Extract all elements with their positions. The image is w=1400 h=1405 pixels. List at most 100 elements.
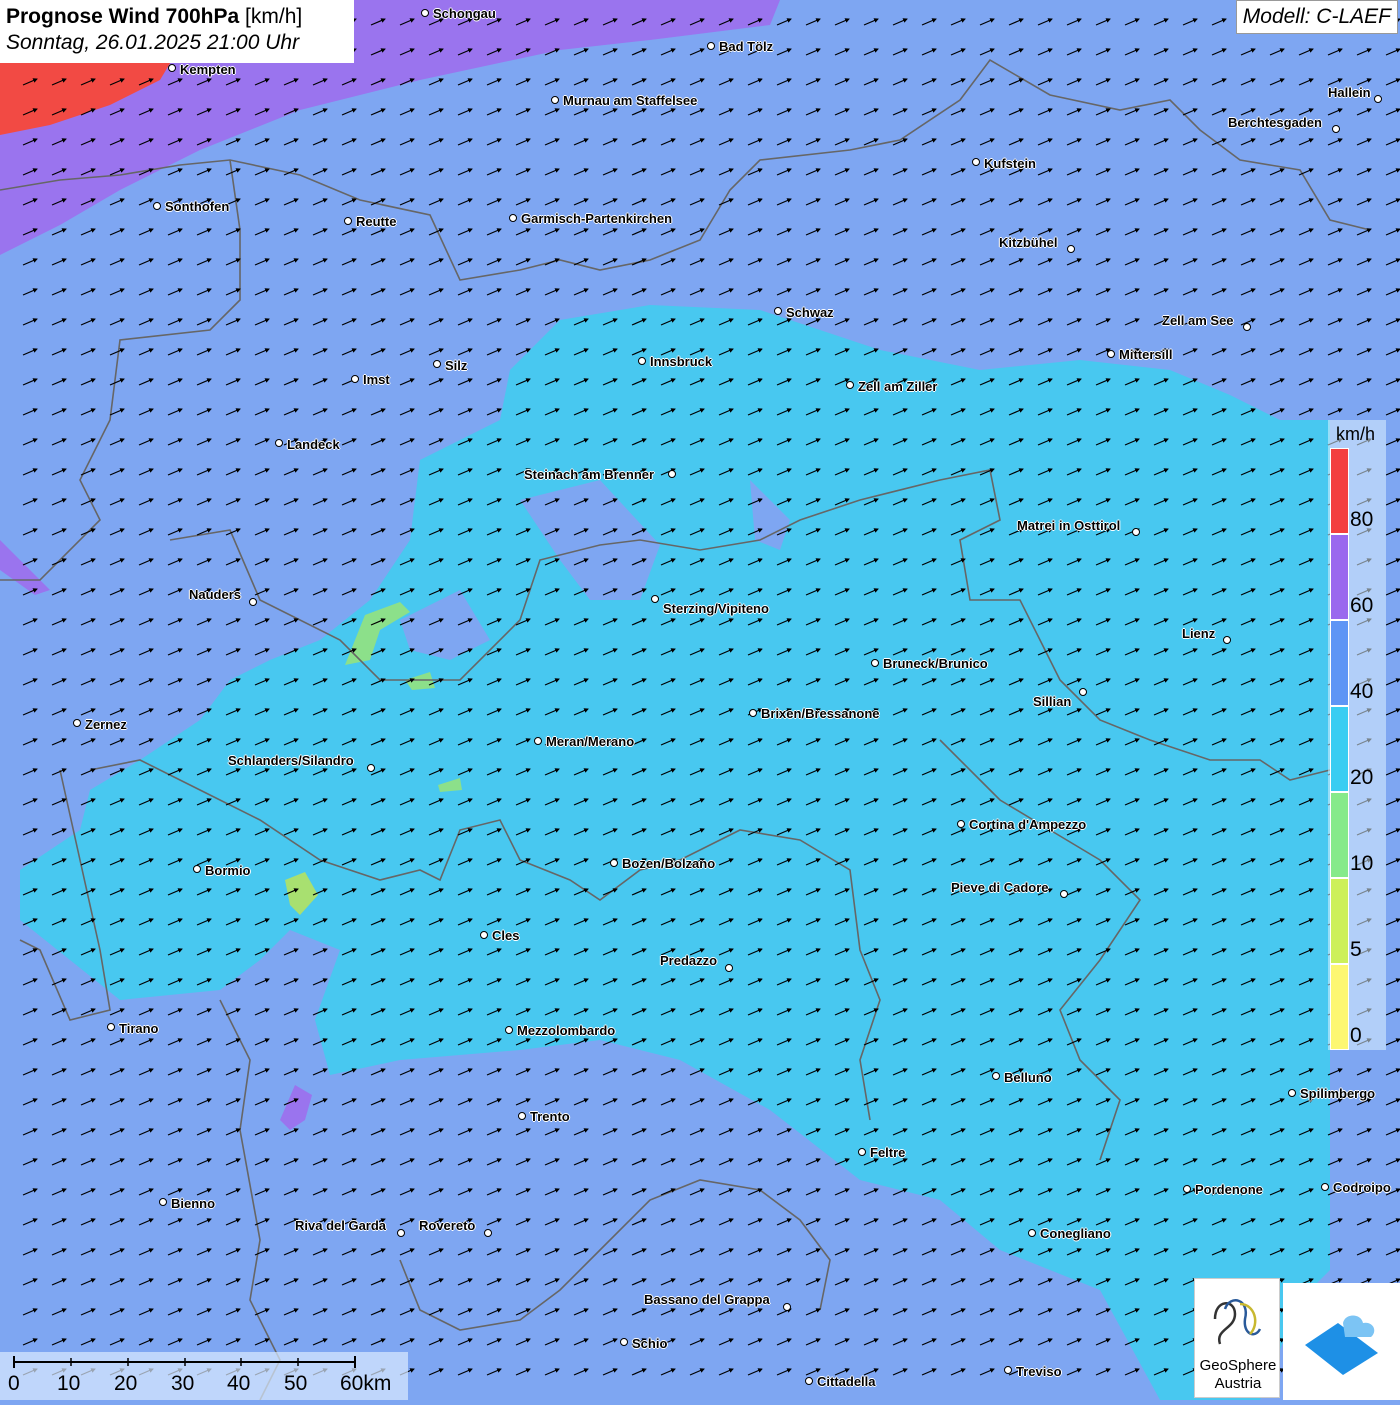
- city-label: Bozen/Bolzano: [622, 856, 716, 871]
- city-label: Schio: [632, 1336, 668, 1351]
- city-label: Cortina d'Ampezzo: [969, 817, 1087, 832]
- city-marker: [749, 709, 757, 717]
- city-marker: [1243, 323, 1251, 331]
- city-marker: [480, 931, 488, 939]
- city-marker: [805, 1377, 813, 1385]
- scale-bar-label: 10: [57, 1372, 81, 1395]
- city-label: Kitzbühel: [999, 235, 1058, 250]
- scale-bar-label: 20: [114, 1372, 138, 1395]
- cloud-app-icon[interactable]: [1283, 1283, 1400, 1400]
- city-label: Steinach am Brenner: [524, 467, 655, 482]
- city-label: Bormio: [205, 863, 251, 878]
- city-marker: [651, 595, 659, 603]
- city-label: Garmisch-Partenkirchen: [521, 211, 673, 226]
- city-marker: [505, 1026, 513, 1034]
- city-marker: [1028, 1229, 1036, 1237]
- city-label: Bienno: [171, 1196, 216, 1211]
- city-label: Belluno: [1004, 1070, 1052, 1085]
- city-label: Sterzing/Vipiteno: [663, 601, 769, 616]
- city-label: Spilimbergo: [1300, 1086, 1376, 1101]
- legend-tick-label: 20: [1350, 766, 1374, 789]
- city-label: Bruneck/Brunico: [883, 656, 988, 671]
- city-marker: [1332, 125, 1340, 133]
- city-marker: [159, 1198, 167, 1206]
- city-label: Schwaz: [786, 305, 834, 320]
- city-label: Landeck: [287, 437, 340, 452]
- city-label: Nauders: [189, 587, 242, 602]
- city-marker: [1374, 95, 1382, 103]
- map-title-box: Prognose Wind 700hPa [km/h] Sonntag, 26.…: [0, 0, 354, 63]
- scale-bar-label: 40: [227, 1372, 251, 1395]
- city-label: Cittadella: [817, 1374, 876, 1389]
- city-label: Kufstein: [984, 156, 1036, 171]
- city-label: Murnau am Staffelsee: [563, 93, 698, 108]
- legend-color-band: [1330, 964, 1349, 1050]
- city-marker: [518, 1112, 526, 1120]
- city-label: Hallein: [1328, 85, 1371, 100]
- city-label: Predazzo: [660, 953, 718, 968]
- map-title: Prognose Wind 700hPa [km/h]: [6, 5, 303, 28]
- city-label: Bassano del Grappa: [644, 1292, 770, 1307]
- city-marker: [484, 1229, 492, 1237]
- legend-tick-label: 10: [1350, 852, 1374, 875]
- city-label: Conegliano: [1040, 1226, 1111, 1241]
- legend-color-band: [1330, 792, 1349, 878]
- city-marker: [1223, 636, 1231, 644]
- city-label: Schongau: [433, 6, 496, 21]
- city-marker: [1321, 1183, 1329, 1191]
- city-label: Codroipo: [1333, 1180, 1391, 1195]
- city-marker: [783, 1303, 791, 1311]
- geosphere-logo[interactable]: GeoSphere Austria: [1194, 1278, 1280, 1398]
- city-marker: [1183, 1185, 1191, 1193]
- city-marker: [275, 439, 283, 447]
- legend-color-band: [1330, 448, 1349, 534]
- city-label: Kempten: [180, 62, 236, 77]
- geosphere-swirl-icon: [1213, 1299, 1262, 1345]
- city-marker: [1067, 245, 1075, 253]
- city-marker: [1288, 1089, 1296, 1097]
- legend-unit: km/h: [1336, 424, 1376, 444]
- scale-bar-label: 30: [171, 1372, 195, 1395]
- city-marker: [193, 865, 201, 873]
- city-label: Mittersill: [1119, 347, 1173, 362]
- city-label: Bad Tölz: [719, 39, 774, 54]
- city-label: Schlanders/Silandro: [228, 753, 354, 768]
- city-marker: [871, 659, 879, 667]
- city-label: Lienz: [1182, 626, 1216, 641]
- city-marker: [957, 820, 965, 828]
- legend-color-band: [1330, 534, 1349, 620]
- scale-bar-label: 50: [284, 1372, 308, 1395]
- city-marker: [73, 719, 81, 727]
- city-marker: [421, 9, 429, 17]
- city-label: Reutte: [356, 214, 397, 229]
- city-label: Zell am Ziller: [858, 379, 938, 394]
- geosphere-country: Austria: [1214, 1375, 1262, 1392]
- city-marker: [1107, 350, 1115, 358]
- city-marker: [725, 964, 733, 972]
- city-label: Feltre: [870, 1145, 906, 1160]
- city-marker: [1132, 528, 1140, 536]
- city-label: Treviso: [1016, 1364, 1062, 1379]
- city-label: Imst: [363, 372, 390, 387]
- city-label: Pordenone: [1195, 1182, 1263, 1197]
- geosphere-name: GeoSphere: [1199, 1357, 1277, 1374]
- city-label: Zernez: [85, 717, 127, 732]
- city-marker: [638, 357, 646, 365]
- city-label: Silz: [445, 358, 468, 373]
- city-label: Mezzolombardo: [517, 1023, 616, 1038]
- city-marker: [707, 42, 715, 50]
- city-label: Riva del Garda: [295, 1218, 387, 1233]
- city-marker: [153, 202, 161, 210]
- city-marker: [509, 214, 517, 222]
- city-label: Meran/Merano: [546, 734, 635, 749]
- city-marker: [972, 158, 980, 166]
- map-subtitle: Sonntag, 26.01.2025 21:00 Uhr: [6, 31, 300, 54]
- city-marker: [351, 375, 359, 383]
- app-logo-icon: [1305, 1315, 1378, 1375]
- city-marker: [620, 1338, 628, 1346]
- city-label: Cles: [492, 928, 520, 943]
- legend-tick-label: 80: [1350, 508, 1374, 531]
- legend-color-band: [1330, 878, 1349, 964]
- city-marker: [168, 64, 176, 72]
- city-marker: [249, 598, 257, 606]
